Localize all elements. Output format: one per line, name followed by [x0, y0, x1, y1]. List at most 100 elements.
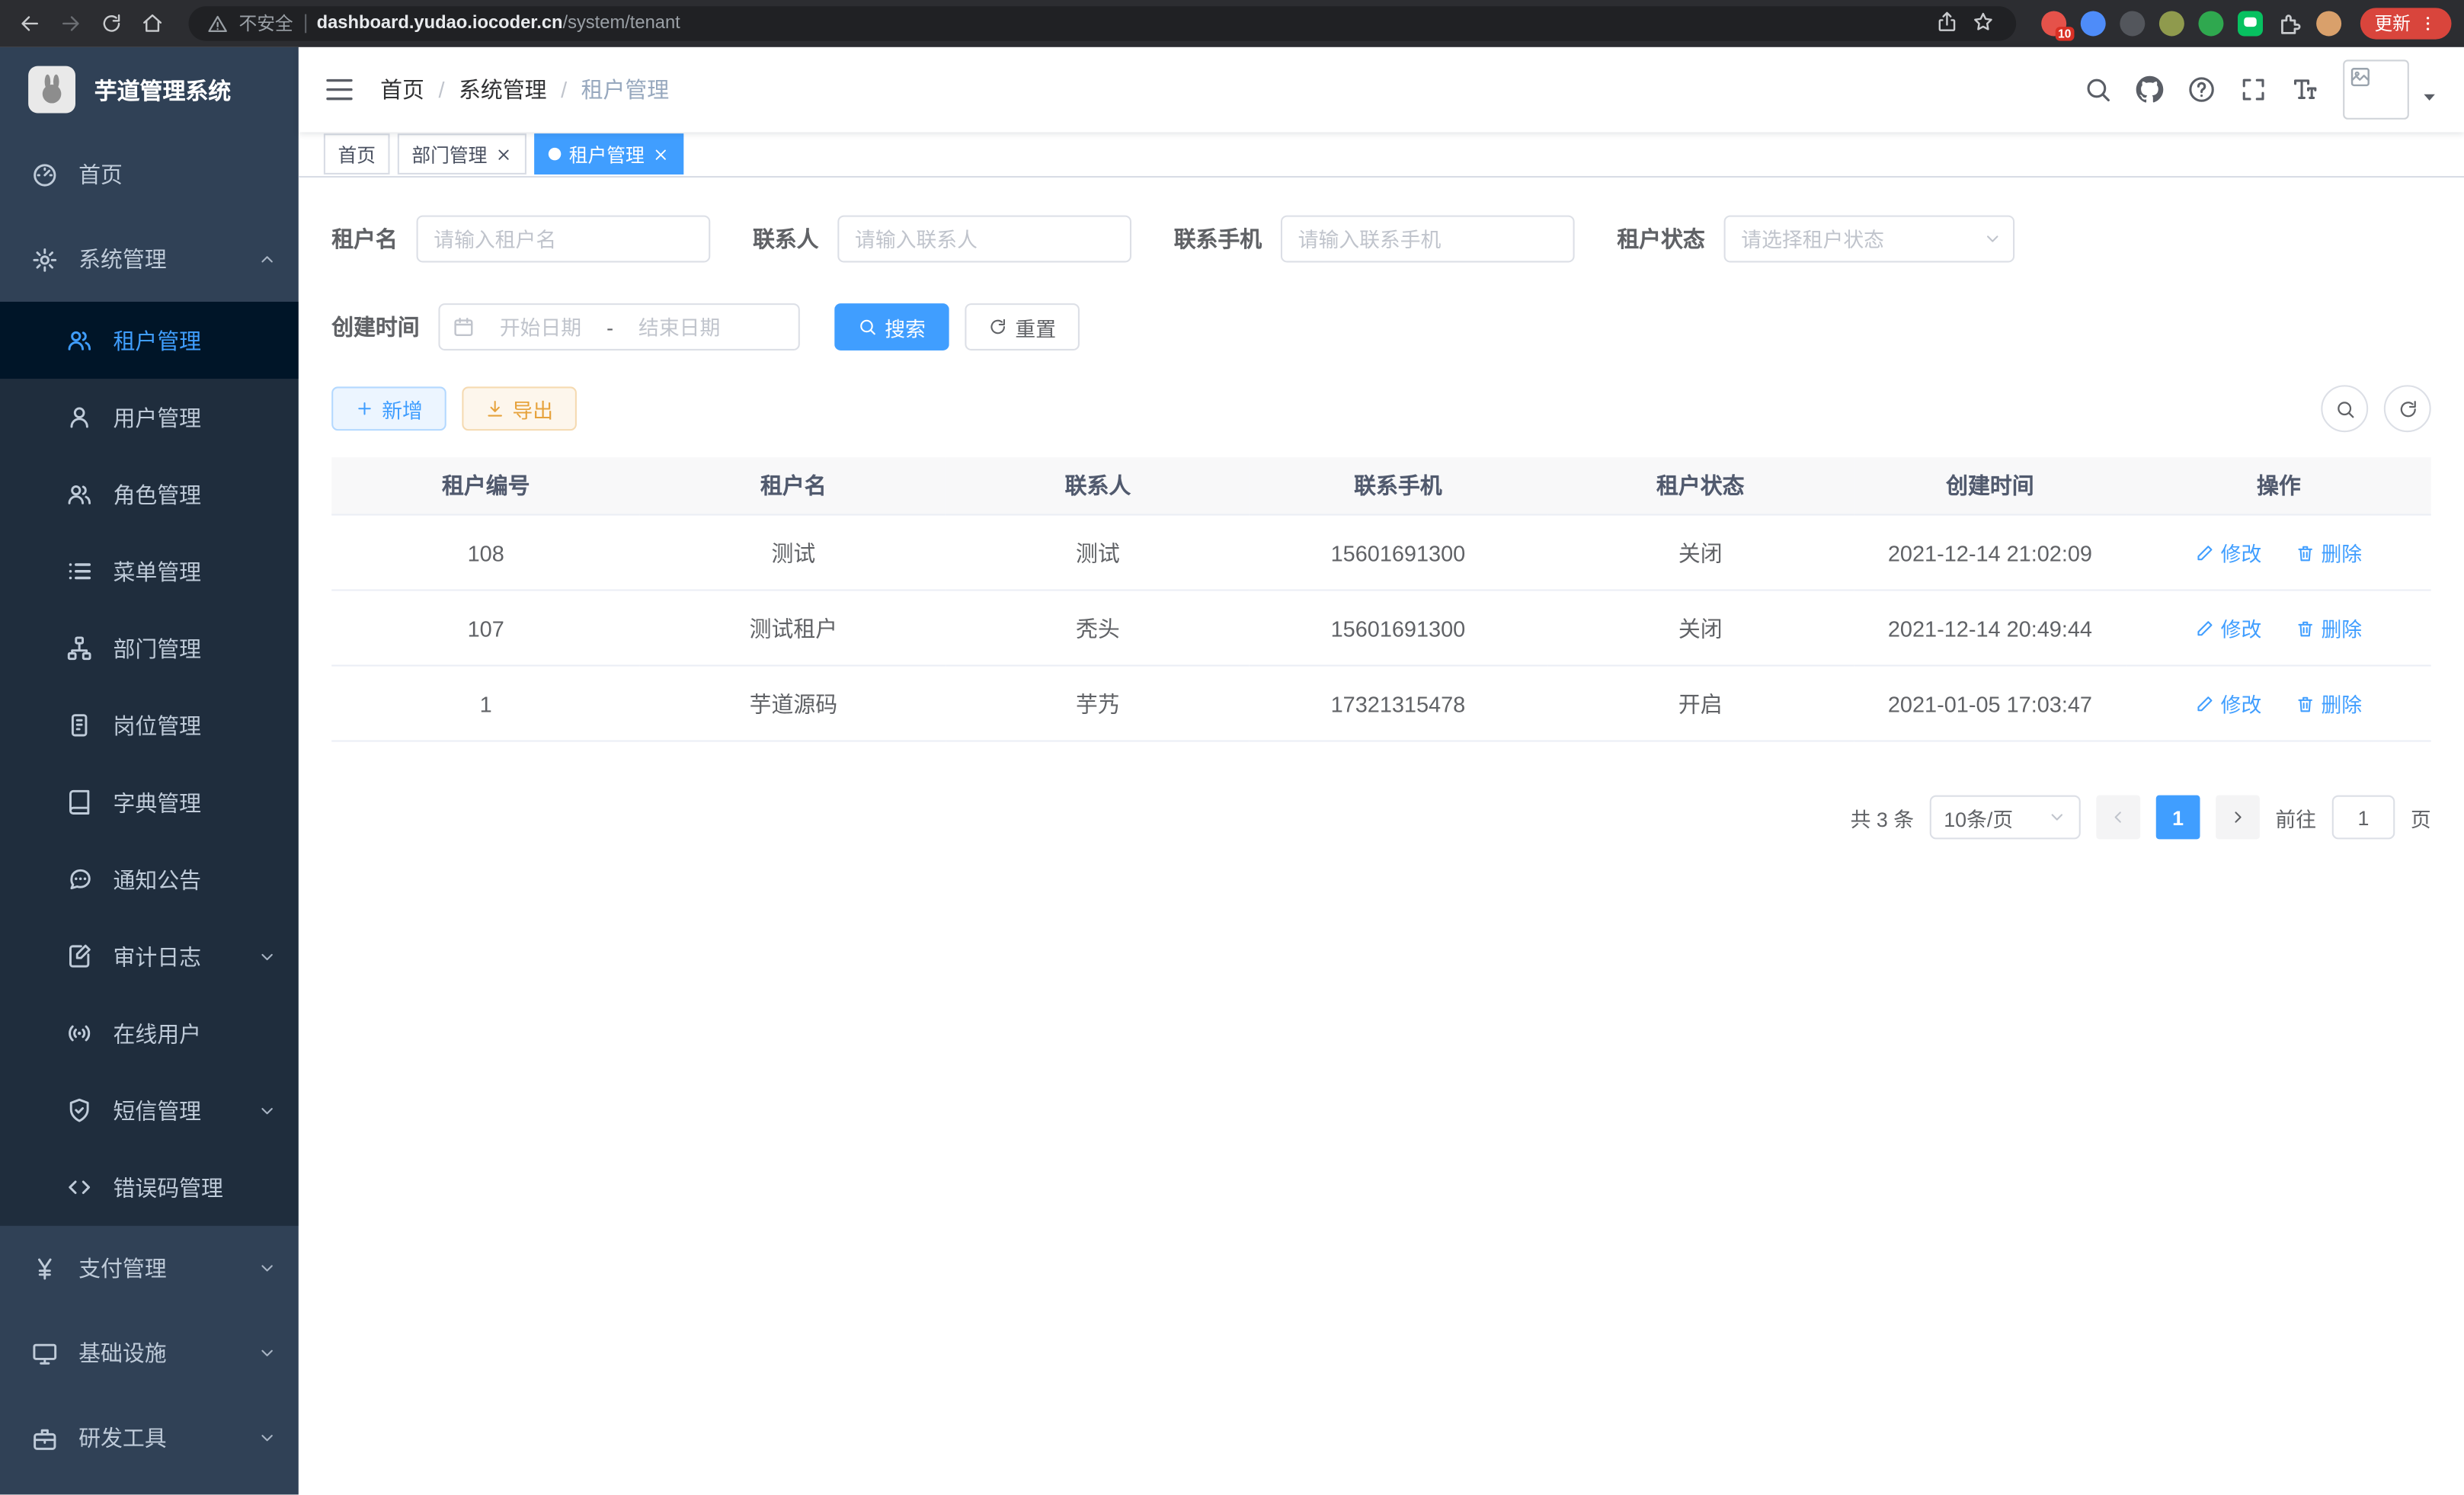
extensions-puzzle-icon[interactable]: [2277, 11, 2302, 36]
sidebar-item-menu-management[interactable]: 菜单管理: [0, 533, 299, 610]
tab-close-icon[interactable]: [652, 146, 670, 163]
date-start-input[interactable]: [481, 315, 600, 339]
dashboard-icon: [31, 161, 58, 187]
forward-icon[interactable]: [53, 6, 88, 40]
sidebar-item-label: 审计日志: [114, 940, 202, 972]
kebab-menu-icon[interactable]: [2418, 14, 2437, 34]
date-range-picker[interactable]: -: [438, 303, 799, 351]
search-icon[interactable]: [2084, 75, 2112, 104]
page-number-1[interactable]: 1: [2156, 796, 2200, 840]
extension-icon-2[interactable]: [2081, 11, 2106, 36]
delete-link[interactable]: 删除: [2296, 537, 2362, 567]
reload-icon[interactable]: [94, 6, 129, 40]
app-logo[interactable]: 芋道管理系统: [0, 47, 299, 132]
search-button[interactable]: 搜索: [834, 303, 949, 351]
url-text: dashboard.yudao.iocoder.cn/system/tenant: [317, 14, 680, 34]
home-icon[interactable]: [135, 6, 169, 40]
extension-icon-4[interactable]: [2159, 11, 2184, 36]
add-button[interactable]: 新增: [331, 386, 446, 431]
sidebar-item-home[interactable]: 首页: [0, 132, 299, 216]
cell-tenant-id: 1: [331, 665, 640, 741]
edit-link[interactable]: 修改: [2196, 688, 2262, 718]
tenant-name-input[interactable]: [417, 216, 711, 263]
tenant-table: 租户编号 租户名 联系人 联系手机 租户状态 创建时间 操作 108 测试: [331, 457, 2431, 741]
security-label[interactable]: 不安全: [239, 11, 293, 36]
phone-label: 联系手机: [1174, 223, 1262, 255]
url-path: /system/tenant: [563, 14, 680, 34]
sidebar-item-notice[interactable]: 通知公告: [0, 840, 299, 917]
sidebar-item-dev-tools[interactable]: 研发工具: [0, 1396, 299, 1481]
sidebar-item-sms-management[interactable]: 短信管理: [0, 1072, 299, 1149]
caret-down-icon[interactable]: [2420, 88, 2439, 107]
bookmark-star-icon[interactable]: [1972, 11, 1997, 36]
tab-home[interactable]: 首页: [324, 133, 390, 174]
tab-tenant-management[interactable]: 租户管理: [534, 133, 683, 174]
tags-view: 首页 部门管理 租户管理: [299, 132, 2464, 178]
breadcrumb-system[interactable]: 系统管理: [459, 74, 547, 105]
back-icon[interactable]: [13, 6, 47, 40]
toggle-search-button[interactable]: [2321, 385, 2368, 432]
sidebar-item-label: 基础设施: [78, 1337, 167, 1369]
fullscreen-icon[interactable]: [2239, 75, 2267, 104]
export-button[interactable]: 导出: [462, 386, 577, 431]
message-icon: [66, 866, 93, 892]
plus-icon: [355, 399, 374, 418]
sidebar-item-role-management[interactable]: 角色管理: [0, 456, 299, 533]
extension-icon-5[interactable]: [2198, 11, 2223, 36]
date-end-input[interactable]: [619, 315, 739, 339]
delete-link[interactable]: 删除: [2296, 688, 2362, 718]
sidebar-item-system-management[interactable]: 系统管理: [0, 217, 299, 302]
cell-created: 2021-01-05 17:03:47: [1854, 665, 2126, 741]
help-icon[interactable]: [2187, 75, 2216, 104]
share-icon[interactable]: [1936, 11, 1961, 36]
phone-input[interactable]: [1281, 216, 1575, 263]
address-bar[interactable]: 不安全 dashboard.yudao.iocoder.cn/system/te…: [189, 6, 2017, 40]
users-icon: [66, 327, 93, 354]
sidebar-item-errorcode-management[interactable]: 错误码管理: [0, 1149, 299, 1226]
sidebar-item-audit-log[interactable]: 审计日志: [0, 918, 299, 995]
extension-icon-1[interactable]: 10: [2041, 11, 2066, 36]
next-page-button[interactable]: [2216, 796, 2260, 840]
chevron-down-icon: [258, 1101, 277, 1120]
sidebar-item-post-management[interactable]: 岗位管理: [0, 687, 299, 764]
sidebar-item-online-users[interactable]: 在线用户: [0, 995, 299, 1072]
profile-avatar-icon[interactable]: [2316, 11, 2341, 36]
goto-page-input[interactable]: [2332, 796, 2395, 840]
hamburger-icon[interactable]: [324, 74, 355, 105]
sidebar-item-infrastructure[interactable]: 基础设施: [0, 1311, 299, 1395]
sidebar-item-label: 角色管理: [114, 479, 202, 510]
github-icon[interactable]: [2136, 75, 2164, 104]
delete-link[interactable]: 删除: [2296, 613, 2362, 642]
edit-link[interactable]: 修改: [2196, 613, 2262, 642]
sidebar-item-label: 用户管理: [114, 402, 202, 433]
breadcrumb-home[interactable]: 首页: [380, 74, 424, 105]
status-select[interactable]: [1724, 216, 2015, 263]
sidebar-item-user-management[interactable]: 用户管理: [0, 379, 299, 456]
chevron-down-icon: [258, 1343, 277, 1362]
prev-page-button[interactable]: [2096, 796, 2140, 840]
sidebar-item-tenant-management[interactable]: 租户管理: [0, 302, 299, 379]
refresh-table-button[interactable]: [2384, 385, 2431, 432]
active-tab-dot: [549, 148, 562, 161]
extension-icon-3[interactable]: [2120, 11, 2145, 36]
tab-dept-management[interactable]: 部门管理: [398, 133, 526, 174]
reset-button[interactable]: 重置: [965, 303, 1080, 351]
sidebar-item-payment-management[interactable]: 支付管理: [0, 1226, 299, 1311]
sidebar-item-dept-management[interactable]: 部门管理: [0, 610, 299, 687]
extension-icon-6[interactable]: [2238, 11, 2263, 36]
users-icon: [66, 481, 93, 507]
sidebar-item-label: 租户管理: [114, 325, 202, 356]
edit-label: 修改: [2221, 688, 2262, 718]
update-button[interactable]: 更新: [2360, 8, 2452, 39]
status-select-input[interactable]: [1724, 216, 2015, 263]
user-avatar[interactable]: [2343, 59, 2409, 119]
contact-input[interactable]: [837, 216, 1131, 263]
sidebar-item-dict-management[interactable]: 字典管理: [0, 764, 299, 840]
tab-close-icon[interactable]: [495, 146, 513, 163]
page-size-select[interactable]: 10条/页: [1930, 796, 2081, 840]
filter-row-2: 创建时间 - 搜索 重置: [331, 303, 2431, 351]
edit-link[interactable]: 修改: [2196, 537, 2262, 567]
page-size-value: 10条/页: [1944, 802, 2013, 832]
pagination: 共 3 条 10条/页 1 前往 页: [331, 796, 2431, 840]
font-size-icon[interactable]: [2291, 75, 2319, 104]
